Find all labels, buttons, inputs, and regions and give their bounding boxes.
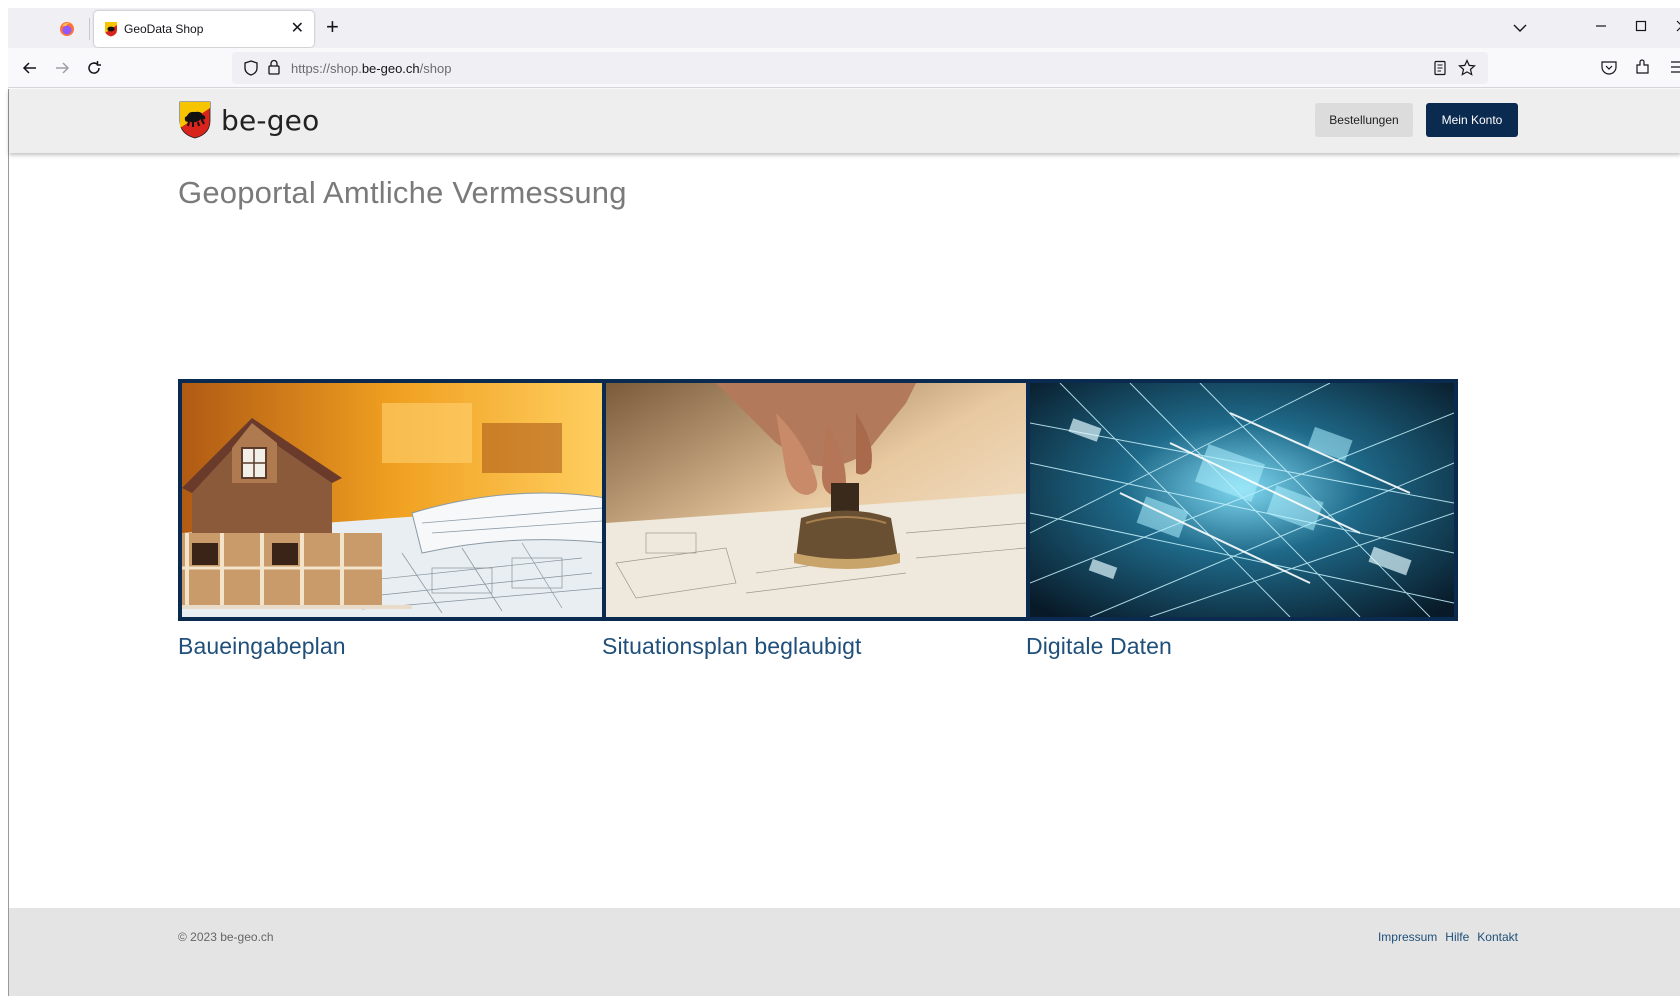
reader-view-icon[interactable] <box>1432 60 1448 76</box>
tab-list-chevron-down-icon[interactable] <box>1510 18 1530 38</box>
new-tab-plus-icon[interactable]: + <box>326 14 339 40</box>
forward-arrow-icon[interactable] <box>52 58 72 78</box>
footer-link-impressum[interactable]: Impressum <box>1378 930 1437 944</box>
orders-button[interactable]: Bestellungen <box>1315 103 1413 137</box>
browser-tab-bar: GeoData Shop ✕ + <box>8 8 1680 48</box>
firefox-view-icon[interactable] <box>56 18 78 40</box>
tab-separator <box>89 18 90 40</box>
card-label[interactable]: Situationsplan beglaubigt <box>602 633 1034 660</box>
card-digitale-daten[interactable]: Digitale Daten <box>1026 379 1458 660</box>
footer-link-kontakt[interactable]: Kontakt <box>1477 930 1518 944</box>
card-image-stamp[interactable] <box>602 379 1034 621</box>
site-footer: © 2023 be-geo.ch Impressum Hilfe Kontakt <box>9 908 1680 996</box>
window-minimize-icon[interactable] <box>1591 16 1611 36</box>
bern-bear-crest-icon <box>179 101 211 139</box>
house-model-image <box>182 383 606 617</box>
card-label[interactable]: Digitale Daten <box>1026 633 1458 660</box>
card-label[interactable]: Baueingabeplan <box>178 633 610 660</box>
browser-nav-bar: https://shop.be-geo.ch/shop <box>8 48 1680 88</box>
footer-links: Impressum Hilfe Kontakt <box>1378 930 1518 944</box>
hamburger-menu-icon[interactable] <box>1670 58 1680 76</box>
tab-title: GeoData Shop <box>124 22 204 36</box>
logo-text: be-geo <box>221 103 320 137</box>
site-header: be-geo Bestellungen Mein Konto <box>9 89 1680 153</box>
screen: GeoData Shop ✕ + https://shop.be-geo.ch/… <box>0 0 1680 996</box>
web-page: be-geo Bestellungen Mein Konto Geoportal… <box>8 89 1680 996</box>
bern-crest-icon <box>105 22 117 37</box>
lock-icon[interactable] <box>267 59 281 75</box>
extensions-puzzle-icon[interactable] <box>1634 57 1652 75</box>
address-bar[interactable]: https://shop.be-geo.ch/shop <box>232 52 1488 84</box>
digital-circuit-image <box>1030 383 1454 617</box>
tab-close-icon[interactable]: ✕ <box>291 18 304 38</box>
url-text[interactable]: https://shop.be-geo.ch/shop <box>291 61 451 76</box>
my-account-button[interactable]: Mein Konto <box>1426 103 1518 137</box>
window-top-edge <box>0 0 1680 8</box>
back-arrow-icon[interactable] <box>20 58 40 78</box>
card-image-digital-data[interactable] <box>1026 379 1458 621</box>
reload-icon[interactable] <box>84 58 104 78</box>
page-title: Geoportal Amtliche Vermessung <box>178 175 627 210</box>
card-image-house-model[interactable] <box>178 379 610 621</box>
hand-stamp-image <box>606 383 1030 617</box>
card-baueingabeplan[interactable]: Baueingabeplan <box>178 379 610 660</box>
tracking-shield-icon[interactable] <box>243 60 259 76</box>
pocket-icon[interactable] <box>1600 58 1618 76</box>
card-situationsplan-beglaubigt[interactable]: Situationsplan beglaubigt <box>602 379 1034 660</box>
bookmark-star-icon[interactable] <box>1458 59 1476 77</box>
copyright-text: © 2023 be-geo.ch <box>178 930 274 944</box>
window-maximize-icon[interactable] <box>1631 16 1651 36</box>
footer-link-hilfe[interactable]: Hilfe <box>1445 930 1469 944</box>
site-logo[interactable]: be-geo <box>179 101 319 139</box>
tab-geodata-shop[interactable]: GeoData Shop ✕ <box>94 11 314 47</box>
window-close-icon[interactable] <box>1672 16 1680 36</box>
